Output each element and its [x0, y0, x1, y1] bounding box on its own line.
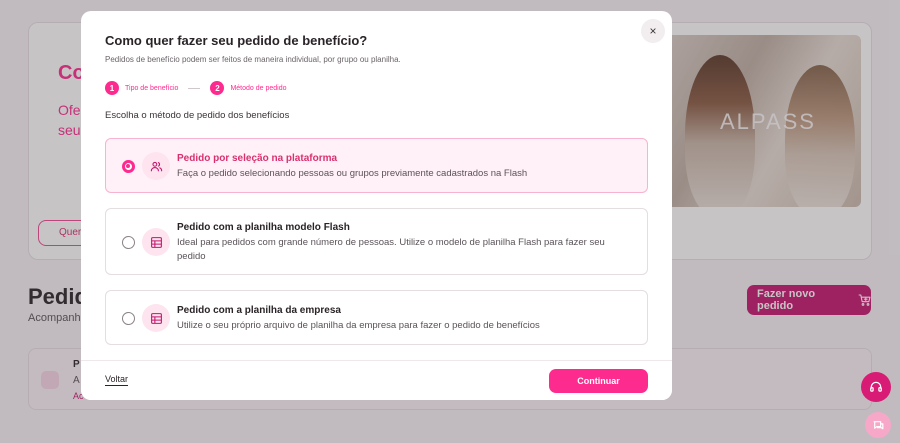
step-2-number: 2	[210, 81, 225, 95]
radio-button[interactable]	[122, 236, 135, 249]
step-1-number: 1	[105, 81, 119, 95]
continue-button[interactable]: Continuar	[549, 369, 648, 393]
radio-button[interactable]	[122, 312, 135, 325]
option-flash-spreadsheet[interactable]: Pedido com a planilha modelo Flash Ideal…	[105, 208, 648, 275]
step-2-label: Método de pedido	[230, 84, 287, 92]
support-button[interactable]	[861, 372, 891, 402]
option-description: Ideal para pedidos com grande número de …	[177, 237, 605, 262]
radio-button[interactable]	[122, 160, 135, 173]
option-description: Faça o pedido selecionando pessoas ou gr…	[177, 168, 528, 179]
chat-button[interactable]	[865, 412, 891, 438]
modal-subtitle: Pedidos de benefício podem ser feitos de…	[105, 55, 401, 64]
users-icon	[142, 152, 170, 180]
table-icon	[142, 228, 170, 256]
option-title: Pedido com a planilha da empresa	[177, 305, 341, 316]
option-title: Pedido com a planilha modelo Flash	[177, 222, 350, 233]
close-button[interactable]: ×	[641, 19, 665, 43]
modal-footer: Voltar Continuar	[81, 360, 672, 400]
option-description: Utilize o seu próprio arquivo de planilh…	[177, 320, 540, 331]
chat-icon	[873, 420, 883, 429]
section-title: Escolha o método de pedido dos benefício…	[105, 110, 290, 121]
step-1-label: Tipo de benefício	[125, 84, 179, 92]
back-button[interactable]: Voltar	[105, 374, 129, 386]
option-title: Pedido por seleção na plataforma	[177, 153, 338, 164]
step-separator	[188, 87, 201, 89]
order-method-modal: × Como quer fazer seu pedido de benefíci…	[81, 11, 672, 400]
modal-title: Como quer fazer seu pedido de benefício?	[105, 33, 368, 48]
stepper: 1 Tipo de benefício 2 Método de pedido	[105, 81, 287, 95]
headset-icon	[870, 381, 882, 392]
option-company-spreadsheet[interactable]: Pedido com a planilha da empresa Utilize…	[105, 290, 648, 345]
option-platform-selection[interactable]: Pedido por seleção na plataforma Faça o …	[105, 138, 648, 193]
close-icon: ×	[649, 24, 657, 38]
table-icon	[142, 304, 170, 332]
